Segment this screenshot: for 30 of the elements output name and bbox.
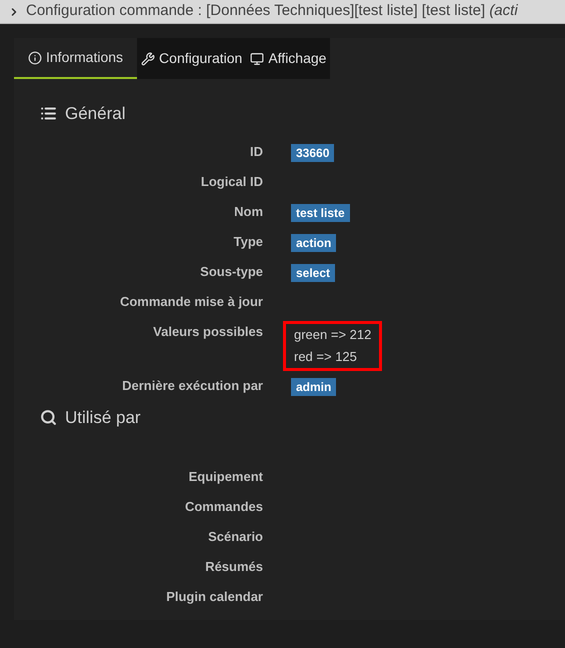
field-label: Type	[234, 232, 263, 251]
field-label: Commande mise à jour	[120, 292, 263, 311]
value-badge: action	[291, 234, 336, 252]
field-label: Nom	[234, 202, 263, 220]
list-icon	[40, 105, 57, 122]
field-label: ID	[250, 142, 263, 160]
value-badge: admin	[291, 378, 336, 396]
window-title: Configuration commande : [Données Techniques][test liste] [test liste] (acti	[26, 1, 518, 22]
monitor-icon	[250, 52, 264, 66]
value-badge: test liste	[291, 204, 350, 222]
field-label: Commandes	[184, 498, 263, 516]
field-label: Dernière exécution par	[122, 376, 263, 395]
section-title: Utilisé par	[65, 406, 141, 428]
wrench-icon	[141, 52, 156, 66]
tab[interactable]: Configuration	[137, 38, 246, 79]
field-label: Résumés	[205, 558, 263, 576]
field-label: Plugin calendar	[166, 588, 263, 606]
value-text: red => 125	[294, 348, 358, 366]
tab[interactable]: Affichage	[246, 38, 330, 79]
search-icon	[40, 408, 57, 426]
info-icon	[28, 50, 42, 64]
field-label: Equipement	[188, 468, 263, 486]
section-title: Général	[65, 103, 126, 125]
value-text: green => 212	[294, 326, 372, 344]
field-label: Logical ID	[200, 172, 263, 191]
field-label: Sous-type	[200, 262, 263, 281]
value-badge: select	[291, 264, 336, 282]
field-label: Valeurs possibles	[153, 322, 263, 341]
value-badge: 33660	[291, 144, 334, 162]
field-label: Scénario	[208, 528, 263, 546]
